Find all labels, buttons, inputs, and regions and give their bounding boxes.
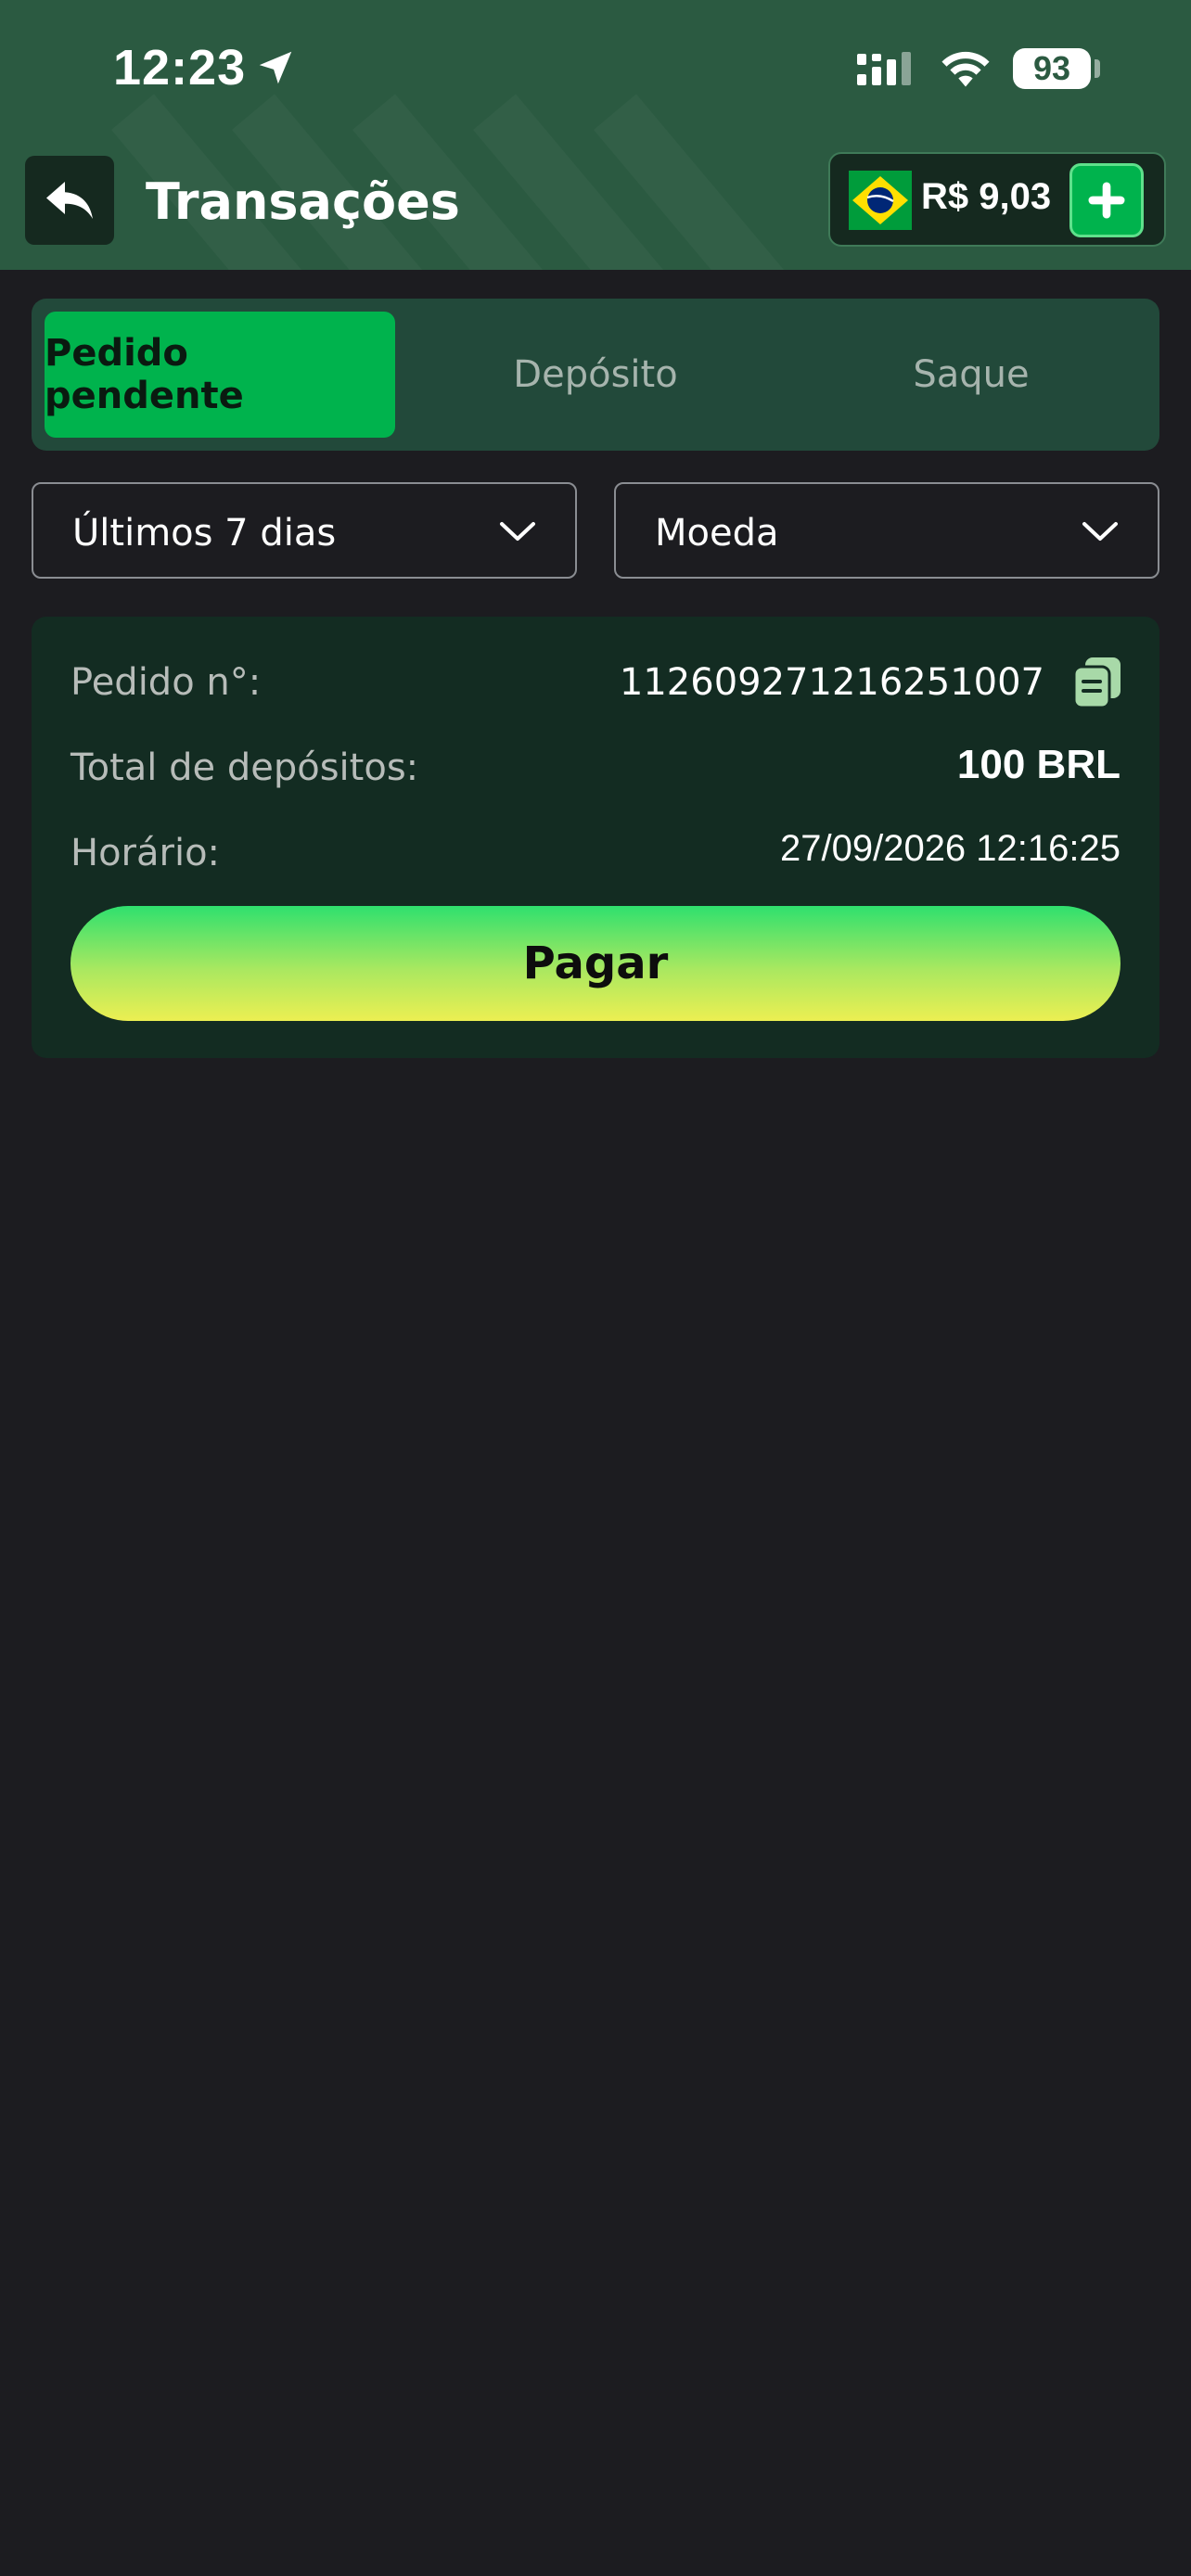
total-deposits-value: 100 BRL [956,742,1121,787]
chevron-down-icon [500,522,535,541]
total-deposits-label: Total de depósitos: [70,746,419,789]
copy-icon[interactable] [1072,656,1122,709]
wifi-icon [941,51,990,87]
tab-deposit[interactable]: Depósito [420,312,771,438]
chevron-down-icon [1082,522,1118,541]
time-label: Horário: [70,832,221,874]
page-title: Transações [146,172,460,231]
battery-indicator: 93 [1013,48,1091,89]
time-value: 27/09/2026 12:16:25 [779,828,1121,869]
status-time: 12:23 [113,40,247,96]
brazil-flag-icon [849,171,912,230]
location-arrow-icon [259,51,292,84]
transaction-tabs: Pedido pendente Depósito Saque [32,299,1159,451]
cellular-signal-icon [857,52,911,85]
period-dropdown[interactable]: Últimos 7 dias [32,482,577,579]
period-dropdown-value: Últimos 7 dias [72,512,337,555]
currency-dropdown[interactable]: Moeda [614,482,1159,579]
plus-icon [1088,182,1125,219]
tab-pending-order[interactable]: Pedido pendente [45,312,395,438]
tab-withdrawal[interactable]: Saque [796,312,1146,438]
order-number-value: 112609271216251007 [619,661,1044,704]
balance-widget[interactable]: R$ 9,03 [828,152,1166,247]
pending-order-card: Pedido n°: 112609271216251007 Total de d… [32,617,1159,1058]
order-number-label: Pedido n°: [70,661,262,704]
back-button[interactable] [25,156,114,245]
add-funds-button[interactable] [1069,163,1144,237]
balance-amount: R$ 9,03 [921,176,1052,217]
battery-tip [1095,59,1100,78]
pay-button[interactable]: Pagar [70,906,1121,1021]
app-header: 12:23 93 Transações R$ 9,03 [0,0,1191,270]
currency-dropdown-value: Moeda [655,512,779,555]
reply-arrow-icon [46,182,93,219]
